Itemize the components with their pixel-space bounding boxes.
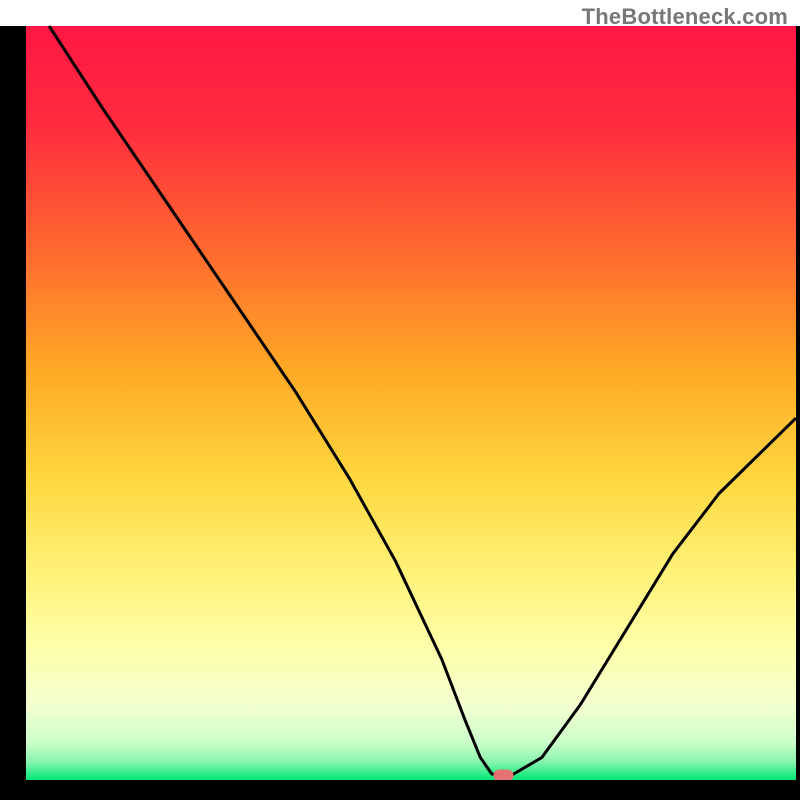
frame-right <box>796 26 800 800</box>
frame-bottom <box>0 780 800 800</box>
bottleneck-chart: TheBottleneck.com <box>0 0 800 800</box>
optimal-marker <box>493 769 513 781</box>
watermark-text: TheBottleneck.com <box>582 4 788 30</box>
chart-svg <box>0 0 800 800</box>
frame-left <box>0 26 26 800</box>
plot-background <box>26 26 796 780</box>
